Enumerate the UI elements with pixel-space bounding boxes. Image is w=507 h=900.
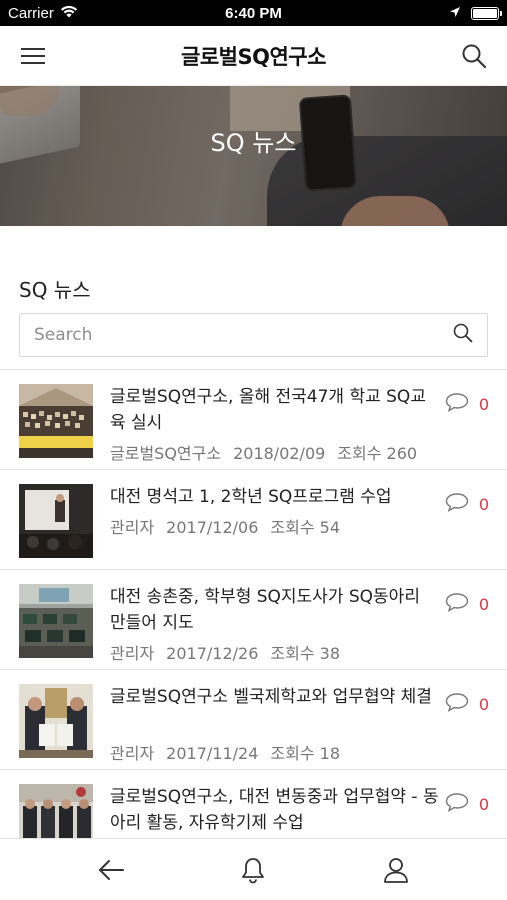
comment-icon — [445, 392, 469, 416]
news-title[interactable]: 글로벌SQ연구소, 올해 전국47개 학교 SQ교육 실시 — [110, 384, 440, 436]
back-arrow-icon[interactable] — [91, 850, 131, 890]
comment-icon — [445, 592, 469, 616]
comment-count-area[interactable]: 0 — [445, 592, 489, 616]
app-title: 글로벌SQ연구소 — [181, 44, 326, 69]
news-meta: 관리자 2017/11/24 조회수 18 — [110, 740, 352, 764]
news-meta: 글로벌SQ연구소 2018/02/09 조회수 260 — [110, 440, 429, 464]
news-item[interactable]: 글로벌SQ연구소, 올해 전국47개 학교 SQ교육 실시 글로벌SQ연구소 20… — [0, 370, 507, 470]
news-author: 관리자 — [110, 744, 155, 763]
search-icon[interactable] — [459, 41, 489, 71]
news-date: 2017/12/06 — [166, 518, 259, 537]
comment-count-area[interactable]: 0 — [445, 792, 489, 816]
news-item[interactable]: 대전 송촌중, 학부형 SQ지도사가 SQ동아리 만들어 지도 관리자 2017/… — [0, 570, 507, 670]
news-author: 관리자 — [110, 518, 155, 537]
news-thumbnail — [19, 384, 93, 458]
user-icon[interactable] — [376, 850, 416, 890]
news-views: 조회수 18 — [270, 744, 340, 763]
news-views: 조회수 54 — [270, 518, 340, 537]
news-thumbnail — [19, 684, 93, 758]
wifi-icon — [60, 5, 78, 22]
comment-count-area[interactable]: 0 — [445, 692, 489, 716]
news-meta: 관리자 2017/12/06 조회수 54 — [110, 514, 352, 538]
news-title[interactable]: 대전 송촌중, 학부형 SQ지도사가 SQ동아리 만들어 지도 — [110, 584, 440, 636]
news-list: 글로벌SQ연구소, 올해 전국47개 학교 SQ교육 실시 글로벌SQ연구소 20… — [0, 369, 507, 839]
comment-count-area[interactable]: 0 — [445, 492, 489, 516]
news-meta: 관리자 2017/12/26 조회수 38 — [110, 640, 352, 664]
comment-count: 0 — [478, 694, 489, 714]
news-views: 조회수 38 — [270, 644, 340, 663]
news-thumbnail — [19, 484, 93, 558]
clock: 6:40 PM — [225, 4, 282, 22]
news-thumbnail — [19, 784, 93, 839]
section-title: SQ 뉴스 — [19, 278, 91, 302]
news-date: 2017/11/24 — [166, 744, 259, 763]
comment-count: 0 — [478, 494, 489, 514]
news-author: 글로벌SQ연구소 — [110, 444, 222, 463]
news-title[interactable]: 대전 명석고 1, 2학년 SQ프로그램 수업 — [110, 484, 440, 510]
news-item[interactable]: 글로벌SQ연구소, 대전 변동중과 업무협약 - 동아리 활동, 자유학기제 수… — [0, 770, 507, 839]
hero-banner: SQ 뉴스 — [0, 86, 507, 226]
news-title[interactable]: 글로벌SQ연구소, 대전 변동중과 업무협약 - 동아리 활동, 자유학기제 수… — [110, 784, 440, 836]
news-title[interactable]: 글로벌SQ연구소 벨국제학교와 업무협약 체결 — [110, 684, 440, 710]
news-views: 조회수 260 — [337, 444, 418, 463]
news-date: 2017/12/26 — [166, 644, 259, 663]
comment-icon — [445, 692, 469, 716]
news-date: 2018/02/09 — [233, 444, 326, 463]
comment-count-area[interactable]: 0 — [445, 392, 489, 416]
news-item[interactable]: 대전 명석고 1, 2학년 SQ프로그램 수업 관리자 2017/12/06 조회수… — [0, 470, 507, 570]
news-item[interactable]: 글로벌SQ연구소 벨국제학교와 업무협약 체결 관리자 2017/11/24 조회수… — [0, 670, 507, 770]
comment-icon — [445, 492, 469, 516]
search-box — [19, 313, 488, 357]
carrier-label: Carrier — [8, 4, 54, 22]
hero-title: SQ 뉴스 — [210, 128, 297, 157]
location-icon — [449, 5, 461, 22]
hamburger-icon[interactable] — [18, 41, 48, 71]
news-thumbnail — [19, 584, 93, 658]
bell-icon[interactable] — [233, 850, 273, 890]
status-bar: Carrier 6:40 PM — [0, 0, 507, 26]
bottom-tab-bar — [0, 838, 507, 900]
comment-icon — [445, 792, 469, 816]
comment-count: 0 — [478, 394, 489, 414]
comment-count: 0 — [478, 794, 489, 814]
search-input[interactable] — [34, 325, 453, 345]
navbar: 글로벌SQ연구소 — [0, 26, 507, 86]
news-author: 관리자 — [110, 644, 155, 663]
comment-count: 0 — [478, 594, 489, 614]
battery-icon — [471, 6, 502, 20]
search-icon[interactable] — [453, 323, 473, 347]
